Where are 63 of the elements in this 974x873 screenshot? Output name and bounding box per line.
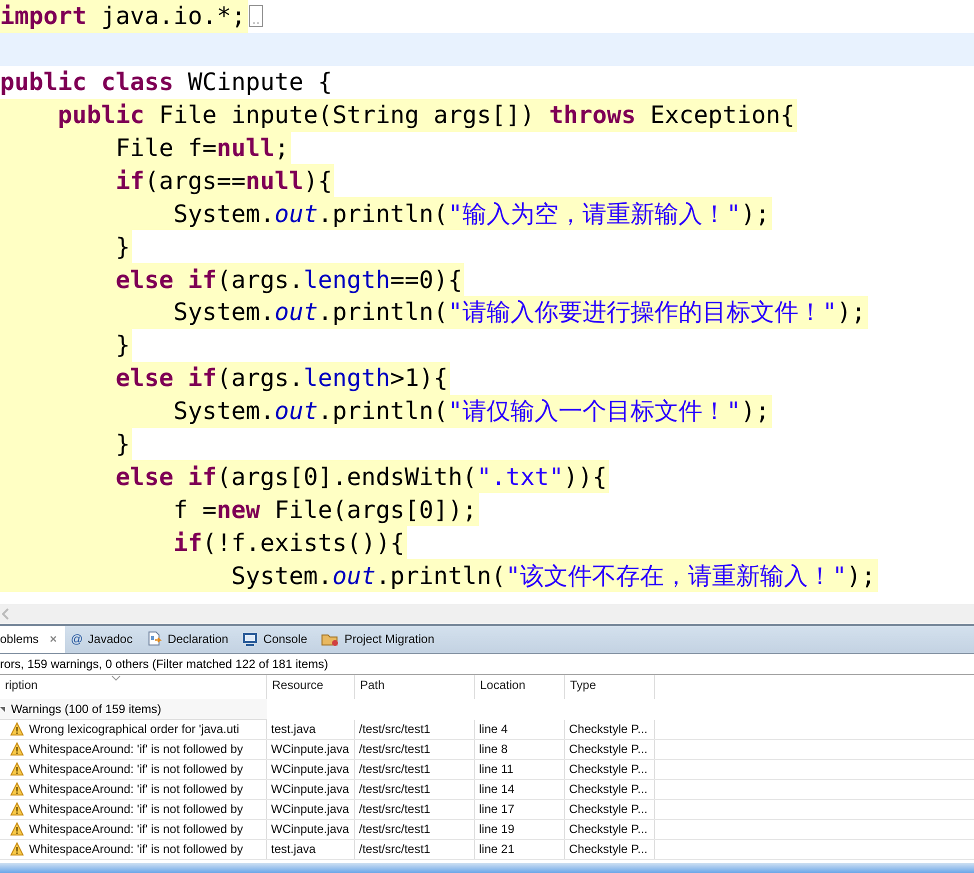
group-label: Warnings (100 of 159 items) — [11, 702, 162, 716]
column-header[interactable]: Location — [475, 674, 565, 699]
type-cell: Checkstyle P... — [569, 762, 648, 776]
close-icon[interactable]: × — [50, 632, 57, 646]
resource-cell: WCinpute.java — [271, 762, 350, 776]
type-cell: Checkstyle P... — [569, 822, 648, 836]
column-header[interactable]: Type — [565, 674, 655, 699]
type-cell: Checkstyle P... — [569, 782, 648, 796]
folded-code-icon[interactable] — [248, 5, 263, 28]
warning-icon — [10, 762, 24, 776]
location-cell: line 8 — [479, 742, 508, 756]
location-cell: line 14 — [479, 782, 514, 796]
warning-icon — [10, 742, 24, 756]
resource-cell: WCinpute.java — [271, 802, 350, 816]
warning-icon — [10, 782, 24, 796]
monitor-icon — [242, 631, 258, 648]
view-tab[interactable]: Declaration — [140, 626, 236, 653]
resource-cell: WCinpute.java — [271, 782, 350, 796]
location-cell: line 11 — [479, 762, 514, 776]
resource-cell: test.java — [271, 722, 316, 736]
horizontal-scrollbar[interactable] — [0, 604, 974, 624]
sort-caret-icon — [111, 674, 121, 681]
problems-summary: rors, 159 warnings, 0 others (Filter matched 122 of 181 items) — [0, 654, 974, 675]
location-cell: line 17 — [479, 802, 514, 816]
path-cell: /test/src/test1 — [359, 782, 430, 796]
description-cell: WhitespaceAround: 'if' is not followed by — [29, 802, 244, 816]
warnings-group-row[interactable]: Warnings (100 of 159 items) — [0, 698, 267, 720]
scroll-left-icon[interactable] — [2, 608, 10, 620]
type-cell: Checkstyle P... — [569, 722, 648, 736]
warning-icon — [10, 842, 24, 856]
view-tab[interactable]: Console — [236, 626, 316, 653]
description-cell: WhitespaceAround: 'if' is not followed by — [29, 762, 244, 776]
path-cell: /test/src/test1 — [359, 822, 430, 836]
column-header[interactable]: Resource — [267, 674, 355, 699]
view-tab[interactable]: oblems × — [0, 626, 65, 653]
description-cell: WhitespaceAround: 'if' is not followed by — [29, 742, 244, 756]
warning-icon — [10, 822, 24, 836]
location-cell: line 4 — [479, 722, 508, 736]
view-tab[interactable]: @ Javadoc — [64, 626, 141, 653]
location-cell: line 21 — [479, 842, 514, 856]
warning-icon — [10, 722, 24, 736]
column-header[interactable]: Path — [355, 674, 475, 699]
resource-cell: WCinpute.java — [271, 822, 350, 836]
view-tab[interactable]: Project Migration — [315, 626, 442, 653]
type-cell: Checkstyle P... — [569, 842, 648, 856]
description-cell: WhitespaceAround: 'if' is not followed by — [29, 822, 244, 836]
code-line: public class WCinpute { — [0, 67, 334, 98]
path-cell: /test/src/test1 — [359, 722, 430, 736]
path-cell: /test/src/test1 — [359, 762, 430, 776]
description-cell: WhitespaceAround: 'if' is not followed by — [29, 842, 244, 856]
document-arrow-icon — [146, 631, 163, 648]
path-cell: /test/src/test1 — [359, 742, 430, 756]
resource-cell: test.java — [271, 842, 316, 856]
path-cell: /test/src/test1 — [359, 802, 430, 816]
location-cell: line 19 — [479, 822, 514, 836]
type-cell: Checkstyle P... — [569, 742, 648, 756]
type-cell: Checkstyle P... — [569, 802, 648, 816]
description-cell: Wrong lexicographical order for 'java.uti — [29, 722, 240, 736]
path-cell: /test/src/test1 — [359, 842, 430, 856]
warning-icon — [10, 802, 24, 816]
resource-cell: WCinpute.java — [271, 742, 350, 756]
description-cell: WhitespaceAround: 'if' is not followed by — [29, 782, 244, 796]
at-sign-icon: @ — [70, 632, 83, 646]
